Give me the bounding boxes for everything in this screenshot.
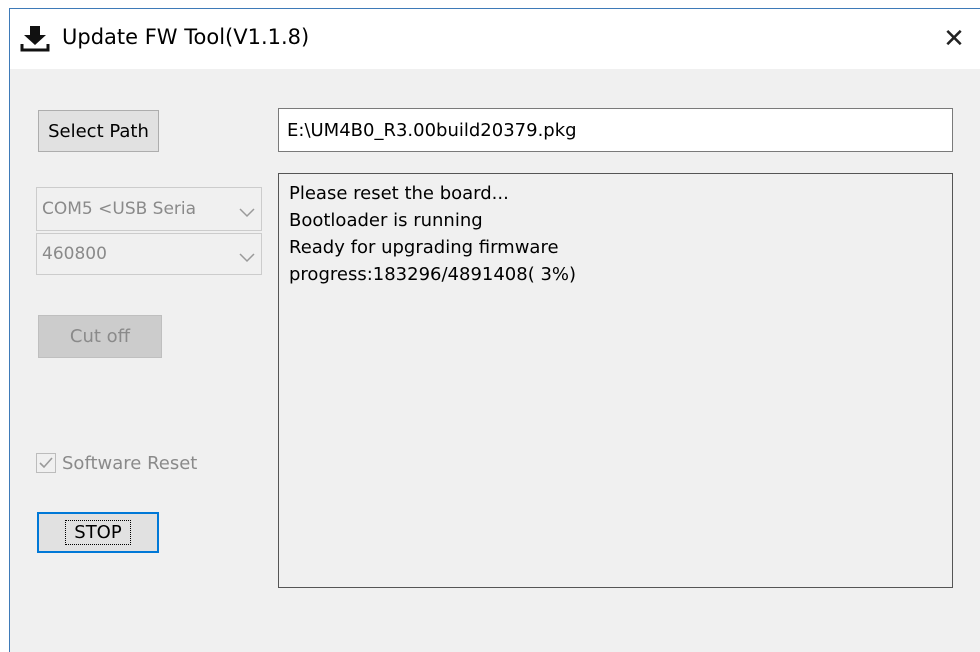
select-path-label: Select Path [48, 120, 149, 142]
download-icon [20, 23, 50, 53]
software-reset-checkbox[interactable]: Software Reset [36, 451, 197, 475]
baud-rate-dropdown[interactable]: 460800 [36, 233, 262, 275]
log-output: Please reset the board... Bootloader is … [278, 173, 953, 588]
checkmark-icon [39, 457, 53, 469]
firmware-path-field[interactable]: E:\UM4B0_R3.00build20379.pkg [278, 108, 953, 152]
progress-line: progress:183296/4891408( 3%) [289, 264, 577, 285]
chevron-down-icon [239, 203, 255, 218]
baud-rate-value: 460800 [42, 234, 220, 274]
com-port-dropdown[interactable]: COM5 <USB Seria [36, 187, 262, 231]
com-port-value: COM5 <USB Seria [42, 188, 220, 230]
log-line: Please reset the board... [289, 183, 509, 204]
close-icon: ✕ [943, 24, 965, 54]
checkbox-box[interactable] [36, 453, 56, 473]
cut-off-label: Cut off [69, 326, 131, 347]
cut-off-button[interactable]: Cut off [38, 315, 162, 358]
software-reset-label: Software Reset [62, 452, 198, 474]
log-line: Ready for upgrading firmware [289, 237, 559, 258]
chevron-down-icon [239, 248, 255, 263]
stop-button[interactable]: STOP [37, 512, 159, 553]
window-title: Update FW Tool(V1.1.8) [62, 25, 310, 49]
select-path-button[interactable]: Select Path [38, 110, 159, 152]
stop-label: STOP [65, 520, 131, 545]
firmware-path-value: E:\UM4B0_R3.00build20379.pkg [287, 119, 577, 141]
log-line: Bootloader is running [289, 210, 483, 231]
update-fw-tool-window: Update FW Tool(V1.1.8) ✕ Select Path E:\… [9, 8, 980, 652]
title-bar: Update FW Tool(V1.1.8) ✕ [10, 9, 980, 69]
close-button[interactable]: ✕ [928, 9, 980, 69]
